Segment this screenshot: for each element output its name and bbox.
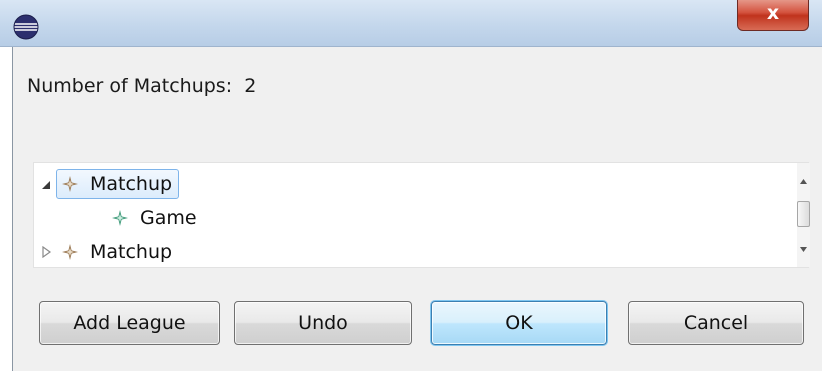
game-node-icon [112, 210, 128, 226]
tree-node-label: Matchup [90, 173, 173, 195]
scroll-up-arrow-icon[interactable] [799, 177, 808, 186]
tree-node-label: Matchup [90, 241, 173, 263]
title-bar: x [0, 0, 822, 47]
tree-scrollbar[interactable] [797, 163, 810, 267]
matchup-node-icon [62, 244, 78, 260]
matchup-tree[interactable]: Matchup Game Matchup [33, 162, 810, 268]
close-icon: x [766, 2, 780, 24]
tree-node-matchup[interactable]: Matchup [56, 237, 179, 267]
tree-node-game[interactable]: Game [106, 203, 204, 233]
tree-node-matchup[interactable]: Matchup [56, 169, 180, 199]
ok-button[interactable]: OK [431, 301, 607, 345]
cancel-button[interactable]: Cancel [628, 301, 804, 345]
tree-node-label: Game [140, 207, 197, 229]
undo-button[interactable]: Undo [234, 301, 412, 345]
close-button[interactable]: x [737, 0, 809, 31]
matchups-count-value: 2 [244, 75, 257, 97]
matchup-node-icon [62, 176, 78, 192]
scrollbar-thumb[interactable] [797, 201, 810, 227]
matchups-label-text: Number of Matchups: [27, 75, 233, 97]
eclipse-icon [13, 14, 39, 40]
matchups-count-label: Number of Matchups: 2 [27, 75, 256, 97]
expand-arrow-icon[interactable] [40, 246, 52, 258]
add-league-button[interactable]: Add League [39, 301, 220, 345]
scroll-down-arrow-icon[interactable] [799, 245, 808, 254]
collapse-arrow-icon[interactable] [40, 179, 52, 191]
